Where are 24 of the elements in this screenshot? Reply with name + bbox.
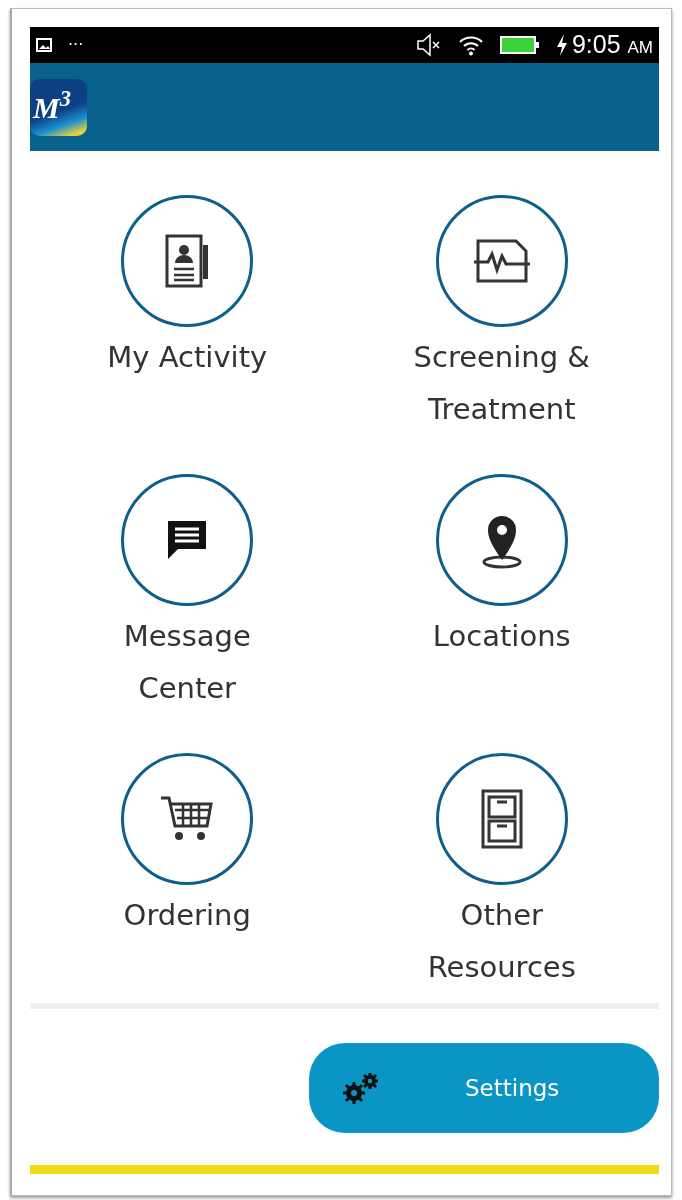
more-dots: ···: [68, 34, 84, 56]
picture-icon: [36, 38, 52, 52]
menu-circle-button[interactable]: [435, 195, 568, 327]
menu-label[interactable]: Ordering: [123, 889, 251, 993]
heartbeat-document-icon: [471, 238, 532, 284]
menu-label[interactable]: My Activity: [107, 331, 268, 435]
filing-cabinet-icon: [479, 788, 524, 850]
menu-circle-button[interactable]: [435, 753, 568, 885]
menu-circle-button[interactable]: [121, 753, 254, 885]
menu-label[interactable]: Screening & Treatment: [394, 331, 610, 435]
menu-label[interactable]: Other Resources: [394, 889, 610, 993]
battery-icon: [499, 36, 540, 54]
charging-bolt-icon: [555, 34, 568, 56]
contact-book-icon: [164, 233, 211, 289]
menu-circle-button[interactable]: [121, 474, 254, 606]
clock-time: 9:05 AM: [571, 29, 653, 61]
menu-label[interactable]: Message Center: [79, 610, 295, 714]
wifi-icon: [457, 34, 484, 56]
menu-circle-button[interactable]: [121, 195, 254, 327]
app-logo: M$^{3}$: [30, 78, 87, 136]
menu-label[interactable]: Locations: [432, 610, 571, 714]
mute-icon: [415, 33, 442, 57]
gears-icon: [341, 1071, 381, 1105]
menu-circle-button[interactable]: [435, 474, 568, 606]
